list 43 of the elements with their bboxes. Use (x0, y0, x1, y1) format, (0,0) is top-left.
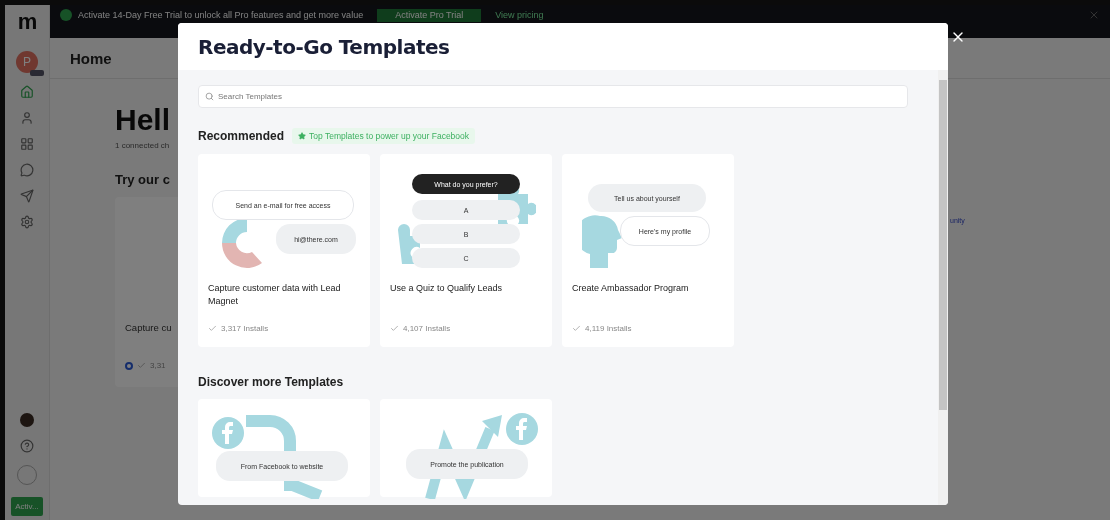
trial-icon (60, 9, 72, 21)
install-count: 4,107 Installs (403, 324, 451, 333)
channel-icon (125, 361, 133, 370)
grid-icon[interactable] (20, 137, 34, 151)
activate-button[interactable]: Activ... (11, 497, 43, 516)
dialog-title: Ready-to-Go Templates (198, 34, 450, 59)
install-count: 3,317 Installs (221, 324, 269, 333)
brand-logo: m (17, 11, 37, 33)
trial-message: Activate 14-Day Free Trial to unlock all Pro features and get more value (78, 9, 364, 21)
facebook-logo-icon (506, 413, 538, 445)
page-title: Home (70, 49, 112, 67)
head-silhouette-icon (582, 214, 622, 270)
scrollbar-thumb[interactable] (939, 80, 947, 410)
person-icon[interactable] (20, 111, 34, 125)
home-icon[interactable] (20, 85, 34, 99)
user-avatar[interactable]: P (16, 51, 38, 73)
card-title: Capture customer data with Lead Magnet (207, 282, 342, 308)
chat-icon[interactable] (20, 163, 34, 177)
check-icon (390, 324, 399, 333)
settings-icon[interactable] (20, 215, 34, 229)
check-icon (572, 324, 581, 333)
search-field[interactable]: Search Templates (198, 85, 908, 108)
search-icon (205, 92, 214, 101)
plan-tag (30, 70, 44, 76)
check-icon (137, 361, 146, 370)
star-icon (298, 132, 307, 140)
tag-text: Top Templates to power up your Facebook (309, 131, 470, 141)
facebook-logo-icon (212, 417, 244, 449)
connected-channels-text: 1 connected ch (115, 141, 170, 150)
activate-trial-button[interactable]: Activate Pro Trial (377, 9, 482, 22)
section-title: Recommended (198, 129, 285, 143)
install-count: 4,119 Installs (585, 324, 632, 333)
account-photo[interactable] (20, 413, 34, 427)
help-icon[interactable] (20, 439, 34, 453)
section-title: Discover more Templates (198, 375, 344, 389)
check-icon (208, 324, 217, 333)
card-title: Create Ambassador Program (571, 282, 690, 295)
card-title: Capture cu (125, 322, 173, 333)
pricing-link[interactable]: View pricing (495, 9, 544, 21)
send-icon[interactable] (20, 189, 34, 203)
section-heading: Try our c (115, 172, 170, 187)
card-title: Use a Quiz to Qualify Leads (389, 282, 504, 295)
greeting-heading: Hell (115, 103, 171, 137)
